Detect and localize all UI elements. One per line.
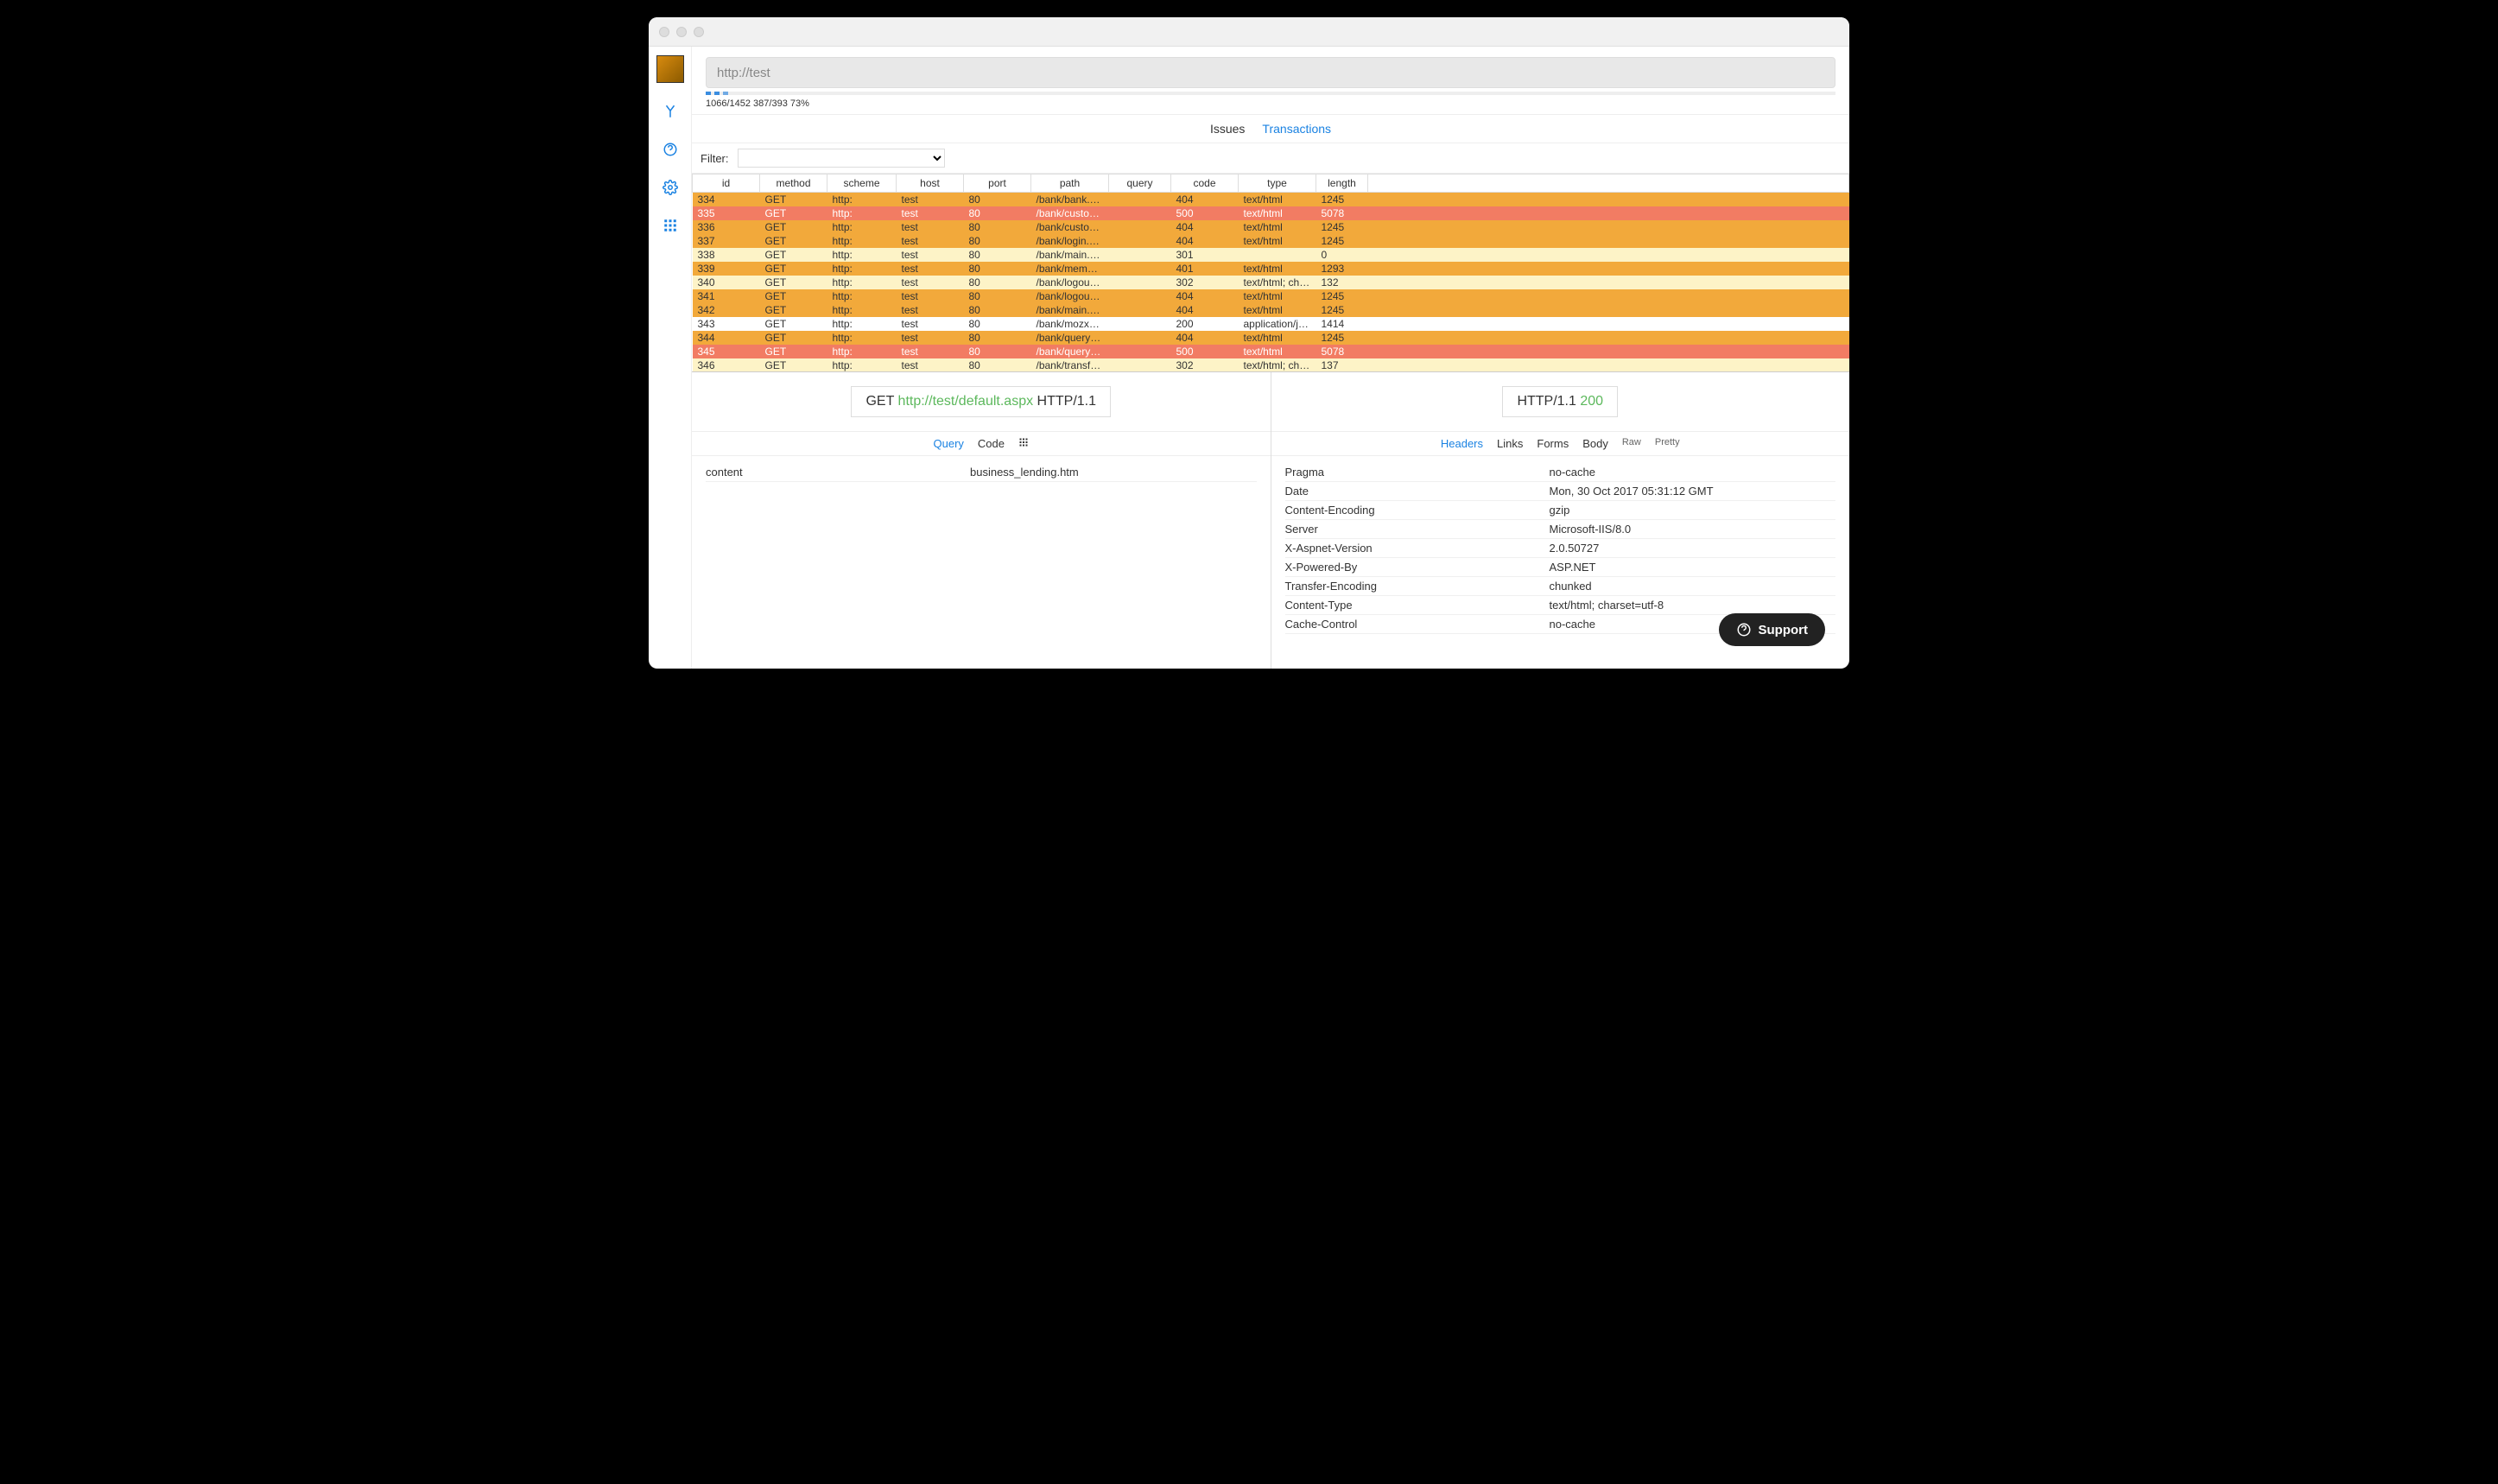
col-host[interactable]: host — [897, 174, 964, 193]
table-row[interactable]: 339GEThttp:test80/bank/mem…401text/html1… — [693, 262, 1849, 276]
resp-tab-links[interactable]: Links — [1497, 437, 1523, 450]
window-close-dot[interactable] — [659, 27, 669, 37]
header-row: X-Aspnet-Version2.0.50727 — [1285, 539, 1836, 558]
param-row: contentbusiness_lending.htm — [706, 463, 1257, 482]
header-row: Pragmano-cache — [1285, 463, 1836, 482]
request-pane: GET http://test/default.aspx HTTP/1.1 Qu… — [692, 372, 1271, 669]
col-method[interactable]: method — [760, 174, 827, 193]
tab-transactions[interactable]: Transactions — [1262, 122, 1331, 136]
col-path[interactable]: path — [1031, 174, 1109, 193]
window-min-dot[interactable] — [676, 27, 687, 37]
transactions-table-wrap[interactable]: idmethodschemehostportpathquerycodetypel… — [692, 174, 1849, 372]
resp-tab-body[interactable]: Body — [1582, 437, 1608, 450]
response-tabs: Headers Links Forms Body Raw Pretty — [1271, 431, 1850, 456]
filter-label: Filter: — [701, 152, 729, 165]
progress-text: 1066/1452 387/393 73% — [706, 98, 1835, 109]
avatar[interactable] — [656, 55, 684, 83]
header-row: ServerMicrosoft-IIS/8.0 — [1285, 520, 1836, 539]
col-query[interactable]: query — [1109, 174, 1171, 193]
window-max-dot[interactable] — [694, 27, 704, 37]
tab-issues[interactable]: Issues — [1210, 122, 1245, 136]
table-row[interactable]: 344GEThttp:test80/bank/query…404text/htm… — [693, 331, 1849, 345]
req-tab-query[interactable]: Query — [934, 437, 964, 450]
table-row[interactable]: 337GEThttp:test80/bank/login.…404text/ht… — [693, 234, 1849, 248]
resp-tab-pretty[interactable]: Pretty — [1655, 437, 1680, 450]
resp-tab-forms[interactable]: Forms — [1537, 437, 1569, 450]
request-tabs: Query Code — [692, 431, 1271, 456]
response-summary: HTTP/1.1 200 — [1502, 386, 1618, 417]
progress-bar — [706, 92, 1835, 95]
table-row[interactable]: 341GEThttp:test80/bank/logou…404text/htm… — [693, 289, 1849, 303]
grid-icon[interactable] — [661, 216, 680, 235]
table-row[interactable]: 343GEThttp:test80/bank/mozx…200applicati… — [693, 317, 1849, 331]
filter-row: Filter: — [692, 143, 1849, 174]
sidebar — [649, 47, 692, 669]
header-row: DateMon, 30 Oct 2017 05:31:12 GMT — [1285, 482, 1836, 501]
titlebar — [649, 17, 1849, 47]
main-tabs: Issues Transactions — [692, 114, 1849, 143]
header-row: Content-Typetext/html; charset=utf-8 — [1285, 596, 1836, 615]
request-params: contentbusiness_lending.htm — [692, 456, 1271, 669]
col-port[interactable]: port — [964, 174, 1031, 193]
main: http://test 1066/1452 387/393 73% Issues… — [692, 47, 1849, 669]
help-icon[interactable] — [661, 140, 680, 159]
table-row[interactable]: 345GEThttp:test80/bank/query…500text/htm… — [693, 345, 1849, 358]
col-scheme[interactable]: scheme — [827, 174, 897, 193]
app-window: http://test 1066/1452 387/393 73% Issues… — [649, 17, 1849, 669]
gear-icon[interactable] — [661, 178, 680, 197]
filter-select[interactable] — [738, 149, 945, 168]
table-row[interactable]: 335GEThttp:test80/bank/custo…500text/htm… — [693, 206, 1849, 220]
resp-tab-raw[interactable]: Raw — [1622, 437, 1641, 450]
table-row[interactable]: 336GEThttp:test80/bank/custo…404text/htm… — [693, 220, 1849, 234]
req-tab-code[interactable]: Code — [978, 437, 1005, 450]
table-row[interactable]: 338GEThttp:test80/bank/main.…3010 — [693, 248, 1849, 262]
col-length[interactable]: length — [1316, 174, 1368, 193]
detail-panes: GET http://test/default.aspx HTTP/1.1 Qu… — [692, 372, 1849, 669]
resp-tab-headers[interactable]: Headers — [1441, 437, 1483, 450]
header-row: Transfer-Encodingchunked — [1285, 577, 1836, 596]
url-input[interactable]: http://test — [706, 57, 1835, 88]
header-row: X-Powered-ByASP.NET — [1285, 558, 1836, 577]
support-button[interactable]: Support — [1719, 613, 1826, 646]
transactions-table: idmethodschemehostportpathquerycodetypel… — [692, 174, 1849, 372]
table-row[interactable]: 342GEThttp:test80/bank/main.…404text/htm… — [693, 303, 1849, 317]
col-code[interactable]: code — [1171, 174, 1239, 193]
request-summary: GET http://test/default.aspx HTTP/1.1 — [851, 386, 1111, 417]
req-tab-grid-icon[interactable] — [1018, 437, 1029, 450]
col-id[interactable]: id — [693, 174, 760, 193]
branch-icon[interactable] — [661, 102, 680, 121]
table-row[interactable]: 334GEThttp:test80/bank/bank.…404text/htm… — [693, 193, 1849, 207]
table-row[interactable]: 346GEThttp:test80/bank/transf…302text/ht… — [693, 358, 1849, 372]
table-row[interactable]: 340GEThttp:test80/bank/logou…302text/htm… — [693, 276, 1849, 289]
col-type[interactable]: type — [1239, 174, 1316, 193]
header-row: Content-Encodinggzip — [1285, 501, 1836, 520]
content: http://test 1066/1452 387/393 73% Issues… — [649, 47, 1849, 669]
